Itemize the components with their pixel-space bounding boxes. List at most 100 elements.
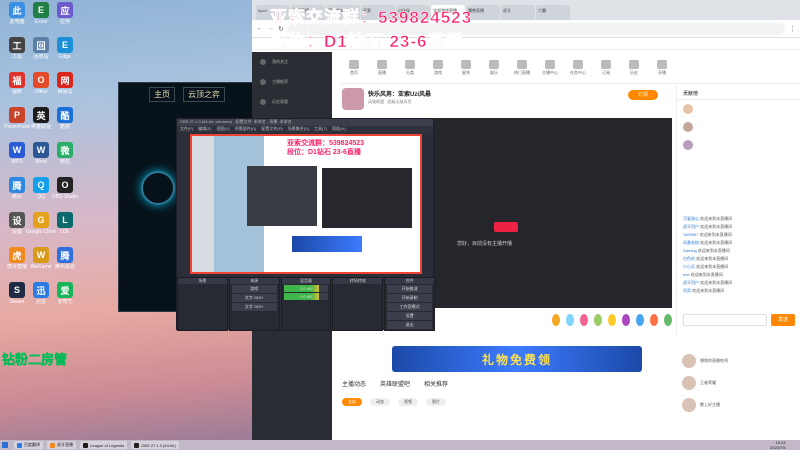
desktop-icon[interactable]: E Edge bbox=[52, 37, 78, 71]
gift-icon[interactable] bbox=[622, 314, 630, 326]
gift-icon[interactable] bbox=[566, 314, 574, 326]
chat-header[interactable]: 贡献榜 bbox=[677, 86, 800, 100]
nav-item[interactable]: 主播中心 bbox=[542, 59, 558, 76]
chat-user[interactable]: nhb bbox=[683, 272, 690, 277]
obs-menu-item[interactable]: 文件(F) bbox=[180, 126, 193, 133]
nav-item[interactable]: 娱乐 bbox=[486, 59, 502, 76]
chat-message: 风男 欢迎来到本直播间 bbox=[677, 288, 800, 296]
lol-tft-tab[interactable]: 云顶之弈 bbox=[183, 86, 225, 102]
content-tab[interactable]: 相关推荐 bbox=[424, 379, 448, 388]
chat-message: 虎牙用户 欢迎来到本直播间 bbox=[677, 280, 800, 288]
gift-icon[interactable] bbox=[580, 314, 588, 326]
obs-dock-header: 场景 bbox=[178, 278, 227, 284]
chat-user[interactable]: 1609957 bbox=[683, 232, 699, 237]
recommend-item[interactable]: 想和你直播吃鸡 bbox=[676, 350, 800, 372]
gift-icon[interactable] bbox=[636, 314, 644, 326]
start-icon[interactable] bbox=[2, 442, 8, 448]
obs-control-button[interactable]: 工作室模式 bbox=[387, 303, 432, 311]
sidebar-item[interactable]: 主播推荐 bbox=[252, 72, 332, 92]
gift-icon[interactable] bbox=[608, 314, 616, 326]
obs-control-button[interactable]: 开始推流 bbox=[387, 285, 432, 293]
app-icon: 迅 bbox=[33, 282, 49, 298]
obs-source-item[interactable]: 游戏 bbox=[231, 285, 277, 293]
browser-tab[interactable]: 六翼 bbox=[536, 5, 570, 20]
obs-menu-item[interactable]: 停靠部件(D) bbox=[235, 126, 257, 133]
obs-control-button[interactable]: 退出 bbox=[387, 321, 432, 329]
desktop-icon[interactable]: 微微信 bbox=[52, 142, 78, 176]
nav-item[interactable]: 首页 bbox=[346, 59, 362, 76]
nav-item[interactable]: 历史 bbox=[626, 59, 642, 76]
send-button[interactable]: 发送 bbox=[771, 314, 795, 326]
obs-menu-item[interactable]: 场景集合(S) bbox=[288, 126, 309, 133]
sub-tab[interactable]: 全部 bbox=[342, 398, 362, 406]
chat-message: 白色的 欢迎来到本直播间 bbox=[677, 256, 800, 264]
nav-item[interactable]: 订阅 bbox=[598, 59, 614, 76]
gift-icon[interactable] bbox=[650, 314, 658, 326]
anchor-avatar[interactable] bbox=[342, 88, 364, 110]
desktop-icon[interactable]: 酷酷狗 bbox=[52, 107, 78, 141]
chat-user[interactable]: 可爱甜心 bbox=[683, 216, 699, 221]
desktop-icon[interactable]: 网网易云 bbox=[52, 72, 78, 106]
obs-control-button[interactable]: 设置 bbox=[387, 312, 432, 320]
obs-control-button[interactable]: 开始录制 bbox=[387, 294, 432, 302]
obs-source-item[interactable]: 文字 GDI+ bbox=[231, 294, 277, 302]
recommend-item[interactable]: 王者荣耀 bbox=[676, 372, 800, 394]
chat-user[interactable]: 风悬老粉 bbox=[683, 240, 699, 245]
follow-button[interactable]: 订阅 bbox=[628, 90, 658, 100]
chat-user[interactable]: Daming bbox=[683, 248, 697, 253]
nav-item[interactable]: 开播 bbox=[654, 59, 670, 76]
app-icon: 虎 bbox=[9, 247, 25, 263]
nav-item[interactable]: 游戏 bbox=[430, 59, 446, 76]
sidebar-item[interactable]: 我的关注 bbox=[252, 52, 332, 72]
taskbar-item[interactable]: 虎牙直播 bbox=[47, 441, 76, 449]
desktop-icon[interactable]: O OBS Studio bbox=[52, 177, 78, 211]
nav-item[interactable]: 星秀 bbox=[458, 59, 474, 76]
menu-icon[interactable]: ⋮ bbox=[789, 25, 796, 33]
nav-item-label: 历史 bbox=[630, 69, 638, 75]
sidebar-item[interactable]: 历史观看 bbox=[252, 92, 332, 112]
content-tab[interactable]: 英雄联盟吧 bbox=[380, 379, 410, 388]
content-tab[interactable]: 主播动态 bbox=[342, 379, 366, 388]
obs-menu-item[interactable]: 视图(V) bbox=[216, 126, 229, 133]
back-icon[interactable]: ← bbox=[256, 25, 263, 32]
browser-tab[interactable]: 虎牙 bbox=[501, 5, 535, 20]
obs-menu-item[interactable]: 帮助(H) bbox=[332, 126, 346, 133]
chat-user[interactable]: 白色的 bbox=[683, 256, 695, 261]
desktop-icon[interactable]: 应应用 bbox=[52, 2, 78, 36]
sub-tab[interactable]: 图片 bbox=[426, 398, 446, 406]
nav-item[interactable]: 分类 bbox=[402, 59, 418, 76]
chat-user[interactable]: 小小兵 bbox=[683, 264, 695, 269]
taskbar-item[interactable]: League of Legends bbox=[80, 441, 128, 449]
obs-menu-item[interactable]: 配置文件(P) bbox=[261, 126, 282, 133]
gift-icon[interactable] bbox=[594, 314, 602, 326]
nav-item-label: 热门直播 bbox=[514, 69, 530, 75]
obs-menu-item[interactable]: 工具(T) bbox=[314, 126, 327, 133]
lol-home-tab[interactable]: 主页 bbox=[149, 86, 175, 102]
chat-user[interactable]: 虎牙用户 bbox=[683, 280, 699, 285]
gift-icon[interactable] bbox=[552, 314, 560, 326]
desktop-icon[interactable]: 爱爱奇艺 bbox=[52, 282, 78, 316]
obs-window[interactable]: OBS 27.1.3 (64-bit, windows) - 配置文件: 未命名… bbox=[176, 118, 435, 331]
gift-banner[interactable]: 礼物免费领 bbox=[392, 346, 642, 372]
app-icon: E bbox=[33, 2, 49, 18]
recommend-item[interactable]: 晚上好主播 bbox=[676, 394, 800, 416]
chat-rank-avatars bbox=[683, 104, 795, 168]
taskbar-item[interactable]: 百度翻译 bbox=[14, 441, 43, 449]
sub-tab[interactable]: 视频 bbox=[398, 398, 418, 406]
chat-user[interactable]: 风男 bbox=[683, 288, 691, 293]
obs-preview[interactable]: 亚索交流群：539824523 段位：D1钻石 23-6直播 bbox=[190, 134, 422, 274]
desktop-icon[interactable]: L LOL bbox=[52, 212, 78, 246]
chat-user[interactable]: 虎牙用户 bbox=[683, 224, 699, 229]
nav-item[interactable]: 任务中心 bbox=[570, 59, 586, 76]
nav-item-label: 任务中心 bbox=[570, 69, 586, 75]
gift-icon[interactable] bbox=[664, 314, 672, 326]
anchor-name: 快乐风男：亚索Uzi风悬 bbox=[368, 92, 432, 98]
chat-input[interactable] bbox=[683, 314, 767, 326]
desktop-icon[interactable]: 腾腾讯会议 bbox=[52, 247, 78, 281]
taskbar-item[interactable]: OBS 27.1.3 (64-bit) bbox=[131, 441, 179, 449]
nav-item[interactable]: 直播 bbox=[374, 59, 390, 76]
nav-item[interactable]: 热门直播 bbox=[514, 59, 530, 76]
obs-menu-item[interactable]: 编辑(E) bbox=[198, 126, 211, 133]
obs-source-item[interactable]: 文字 GDI+ bbox=[231, 303, 277, 311]
sub-tab[interactable]: 动态 bbox=[370, 398, 390, 406]
